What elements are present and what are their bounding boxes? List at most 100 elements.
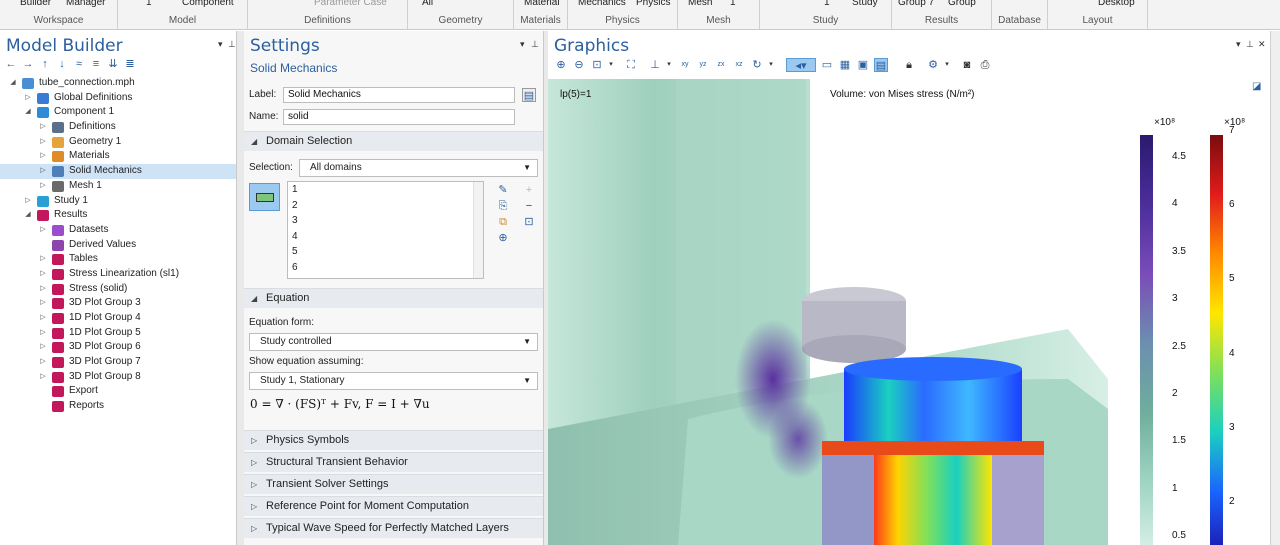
- expanded-toggle-icon[interactable]: ◢: [8, 76, 18, 91]
- collapsed-toggle-icon[interactable]: ▷: [38, 179, 48, 194]
- domain-list-item[interactable]: 4: [292, 231, 298, 242]
- tree-item[interactable]: ▷ Stress (solid): [0, 282, 236, 297]
- tree-item[interactable]: ▷ 3D Plot Group 7: [0, 355, 236, 370]
- collapsed-section[interactable]: ▷ Reference Point for Moment Computation: [244, 496, 543, 516]
- selection-dropdown[interactable]: All domains ▼: [299, 159, 538, 177]
- collapsed-toggle-icon[interactable]: ▷: [23, 194, 33, 209]
- move-down-icon[interactable]: ↓: [55, 57, 69, 71]
- domain-list[interactable]: 1 2 3 4 5 6: [287, 181, 484, 279]
- graphics-viewport[interactable]: lp(5)=1 Volume: von Mises stress (N/m²) …: [548, 79, 1270, 545]
- pin-icon[interactable]: ⊥: [531, 39, 539, 50]
- domain-list-item[interactable]: 5: [292, 246, 298, 257]
- panel-menu-icon[interactable]: ▾: [218, 39, 223, 50]
- mesh-number-button[interactable]: 1: [730, 0, 736, 8]
- collapsed-section[interactable]: ▷ Physics Symbols: [244, 430, 543, 450]
- tree-item[interactable]: ▷ 3D Plot Group 8: [0, 370, 236, 385]
- create-selection-icon[interactable]: ⊕: [496, 231, 510, 245]
- forward-arrow-icon[interactable]: →: [21, 57, 35, 71]
- plot-group-button[interactable]: Group 7: [898, 0, 934, 8]
- view-yz-icon[interactable]: yz: [696, 58, 710, 72]
- show-equation-dropdown[interactable]: Study 1, Stationary ▼: [249, 372, 538, 390]
- collapsed-toggle-icon[interactable]: ▷: [38, 252, 48, 267]
- scrollbar[interactable]: [473, 182, 483, 278]
- domain-list-item[interactable]: 3: [292, 215, 298, 226]
- zoom-extents-icon[interactable]: ⛶: [624, 58, 638, 72]
- splitter[interactable]: [237, 31, 244, 545]
- collapsed-toggle-icon[interactable]: ▷: [38, 355, 48, 370]
- pin-icon[interactable]: ⊥: [228, 39, 236, 50]
- rotate-icon[interactable]: ↻: [750, 58, 764, 72]
- axis-orientation-icon[interactable]: ⊥: [648, 58, 662, 72]
- back-arrow-icon[interactable]: ←: [4, 57, 18, 71]
- settings-gear-icon[interactable]: ⚙: [926, 58, 940, 72]
- tree-item[interactable]: ▷ Datasets: [0, 223, 236, 238]
- clear-selection-icon[interactable]: ⧉: [496, 215, 510, 229]
- tree-item[interactable]: ▷ Global Definitions: [0, 91, 236, 106]
- pin-icon[interactable]: ⊥: [1246, 39, 1254, 50]
- label-options-icon[interactable]: ▤: [522, 88, 536, 102]
- view-xz-icon[interactable]: xz: [732, 58, 746, 72]
- component-button[interactable]: Component: [182, 0, 234, 8]
- tree-item[interactable]: ▷ Tables: [0, 252, 236, 267]
- legend-toggle-icon[interactable]: ▤: [874, 58, 888, 72]
- camera-icon[interactable]: ◙: [960, 58, 974, 72]
- collapsed-toggle-icon[interactable]: ▷: [38, 267, 48, 282]
- expand-sections-icon[interactable]: ≡: [89, 57, 103, 71]
- view-xy-icon[interactable]: xy: [678, 58, 692, 72]
- remove-icon[interactable]: −: [522, 199, 536, 213]
- stress-plot-render[interactable]: [548, 79, 1270, 545]
- tree-item[interactable]: ◢ Component 1: [0, 105, 236, 120]
- close-icon[interactable]: ✕: [1258, 39, 1266, 50]
- tree-item[interactable]: ▷ Stress Linearization (sl1): [0, 267, 236, 282]
- tree-item[interactable]: ◢ Results: [0, 208, 236, 223]
- material-button[interactable]: Material: [524, 0, 560, 8]
- collapsed-toggle-icon[interactable]: ▷: [38, 223, 48, 238]
- tree-item[interactable]: ▷ Mesh 1: [0, 179, 236, 194]
- domain-list-item[interactable]: 2: [292, 200, 298, 211]
- chevron-down-icon[interactable]: ▾: [764, 58, 778, 72]
- study-number-button[interactable]: 1: [824, 0, 830, 8]
- show-icon[interactable]: ≈: [72, 57, 86, 71]
- tree-item[interactable]: ▷ Definitions: [0, 120, 236, 135]
- desktop-layout-button[interactable]: Desktop: [1098, 0, 1135, 8]
- lock-icon[interactable]: 🔒︎: [902, 58, 916, 72]
- add-group-button[interactable]: Group: [948, 0, 976, 8]
- equation-section[interactable]: ◢ Equation: [244, 288, 543, 308]
- active-selection-toggle[interactable]: [249, 183, 280, 211]
- zoom-box-icon[interactable]: ⊡: [590, 58, 604, 72]
- wireframe-icon[interactable]: ▭: [820, 58, 834, 72]
- zoom-in-icon[interactable]: ⊕: [554, 58, 568, 72]
- mechanics-button[interactable]: Mechanics: [578, 0, 626, 8]
- collapsed-toggle-icon[interactable]: ▷: [38, 340, 48, 355]
- tree-item[interactable]: ▷ Materials: [0, 149, 236, 164]
- chevron-down-icon[interactable]: ▾: [940, 58, 954, 72]
- add-icon[interactable]: +: [522, 183, 536, 197]
- collapsed-toggle-icon[interactable]: ▷: [38, 296, 48, 311]
- collapsed-toggle-icon[interactable]: ▷: [38, 149, 48, 164]
- model-selector[interactable]: 1: [146, 0, 152, 8]
- tree-item[interactable]: ▷ Solid Mechanics: [0, 164, 236, 179]
- domain-selection-section[interactable]: ◢ Domain Selection: [244, 131, 543, 151]
- tree-item[interactable]: Export: [0, 384, 236, 399]
- zoom-to-selection-icon[interactable]: ⊡: [522, 215, 536, 229]
- manager-button[interactable]: Manager: [66, 0, 105, 8]
- collapsed-toggle-icon[interactable]: ▷: [38, 120, 48, 135]
- tree-item[interactable]: Reports: [0, 399, 236, 414]
- physics-button[interactable]: Physics: [636, 0, 670, 8]
- label-input[interactable]: Solid Mechanics: [283, 87, 515, 103]
- expanded-toggle-icon[interactable]: ◢: [23, 208, 33, 223]
- view-zx-icon[interactable]: zx: [714, 58, 728, 72]
- render-icon[interactable]: ▣: [856, 58, 870, 72]
- tree-options-icon[interactable]: ≣: [123, 57, 137, 71]
- tree-item[interactable]: Derived Values: [0, 238, 236, 253]
- collapsed-toggle-icon[interactable]: ▷: [23, 91, 33, 106]
- zoom-out-icon[interactable]: ⊖: [572, 58, 586, 72]
- panel-menu-icon[interactable]: ▾: [520, 39, 525, 50]
- collapsed-toggle-icon[interactable]: ▷: [38, 311, 48, 326]
- expanded-toggle-icon[interactable]: ◢: [23, 105, 33, 120]
- scene-light-icon[interactable]: ◂▾: [786, 58, 816, 72]
- chevron-down-icon[interactable]: ▾: [604, 58, 618, 72]
- collapsed-toggle-icon[interactable]: ▷: [38, 326, 48, 341]
- move-up-icon[interactable]: ↑: [38, 57, 52, 71]
- name-input[interactable]: solid: [283, 109, 515, 125]
